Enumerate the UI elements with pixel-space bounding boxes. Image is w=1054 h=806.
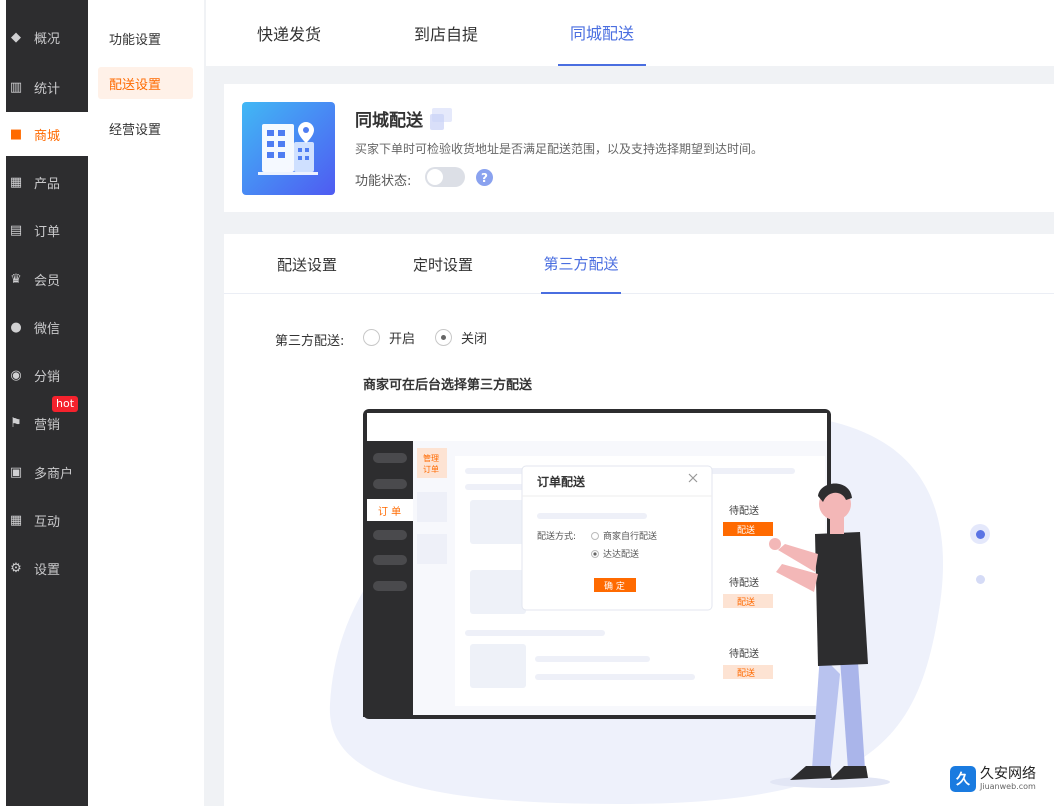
- top-tab-bar: 快递发货 到店自提 同城配送: [206, 0, 1054, 66]
- radio-on-label: 开启: [389, 332, 416, 347]
- nav-label: 互动: [34, 514, 61, 530]
- illus-pending-3: 待配送: [729, 647, 759, 660]
- illus-option-2: 达达配送: [603, 548, 639, 560]
- decor-icon: [430, 108, 452, 130]
- illustration-title: 商家可在后台选择第三方配送: [363, 378, 533, 393]
- crown-icon: ♛: [10, 271, 22, 287]
- nav-item-interaction[interactable]: ▦ 互动: [6, 498, 88, 542]
- nav-label: 多商户: [34, 466, 74, 482]
- tab-third-party[interactable]: 第三方配送: [541, 234, 621, 294]
- illus-deliver-3: 配送: [737, 667, 755, 679]
- nav-label: 微信: [34, 321, 61, 337]
- layers-icon: ◆: [11, 29, 21, 45]
- grid-icon: ▦: [9, 174, 23, 190]
- nav-item-members[interactable]: ♛ 会员: [6, 257, 88, 301]
- radio-circle-checked: [435, 329, 452, 346]
- watermark-url: Jiuanweb.com: [980, 782, 1036, 791]
- decor-dot-large: [970, 524, 990, 544]
- feature-card: 同城配送 买家下单时可检验收货地址是否满足配送范围，以及支持选择期望到达时间。 …: [224, 84, 1054, 212]
- gear-icon: ⚙: [10, 560, 22, 576]
- status-label: 功能状态:: [355, 174, 412, 189]
- radio-circle: [363, 329, 380, 346]
- submenu-function-settings[interactable]: 功能设置: [98, 22, 193, 54]
- feature-status-toggle[interactable]: [425, 167, 465, 187]
- tab-timing-settings[interactable]: 定时设置: [411, 234, 475, 294]
- hot-badge: hot: [52, 396, 79, 412]
- tab-pickup[interactable]: 到店自提: [399, 0, 493, 66]
- decor-dot-small: [976, 575, 985, 584]
- nav-item-multi-merchant[interactable]: ▣ 多商户: [6, 450, 88, 494]
- submenu-delivery-settings[interactable]: 配送设置: [98, 67, 193, 99]
- nav-item-store[interactable]: ■ 商城: [6, 112, 88, 156]
- sub-tab-bar: 配送设置 定时设置 第三方配送: [224, 234, 1054, 294]
- illus-menu-order: 订 单: [378, 506, 401, 518]
- wechat-icon: ●: [10, 319, 22, 335]
- submenu-business-settings[interactable]: 经营设置: [98, 112, 193, 144]
- nav-label: 产品: [34, 176, 61, 192]
- radio-on[interactable]: 开启: [363, 328, 415, 347]
- illus-manage-2: 订单: [423, 464, 439, 474]
- users-icon: ▦: [9, 512, 23, 528]
- illus-deliver-2: 配送: [737, 596, 755, 608]
- nav-item-overview[interactable]: ◆ 概况: [6, 15, 88, 59]
- nav-label: 概况: [34, 31, 61, 47]
- main-sidebar: ◆ 概况 ▥ 统计 ■ 商城 ▦ 产品 ▤ 订单 ♛ 会员 ● 微信 ◉ 分销 …: [6, 0, 88, 806]
- illus-confirm: 确 定: [604, 580, 625, 592]
- nav-item-wechat[interactable]: ● 微信: [6, 305, 88, 349]
- third-party-label: 第三方配送:: [275, 334, 345, 349]
- nav-label: 营销: [34, 417, 61, 433]
- nav-label: 统计: [34, 81, 61, 97]
- illus-pending-1: 待配送: [729, 504, 759, 517]
- nav-label: 分销: [34, 369, 61, 385]
- watermark-name: 久安网络: [980, 766, 1036, 782]
- nav-label: 商城: [34, 128, 61, 144]
- nav-label: 设置: [34, 562, 61, 578]
- radio-off-label: 关闭: [461, 332, 488, 347]
- nav-item-settings[interactable]: ⚙ 设置: [6, 546, 88, 590]
- card-title: 同城配送: [355, 111, 423, 131]
- illus-deliver-1: 配送: [737, 524, 755, 536]
- flag-icon: ⚑: [10, 415, 22, 431]
- watermark: 久 久安网络 Jiuanweb.com: [950, 766, 1036, 792]
- tab-local-delivery[interactable]: 同城配送: [558, 0, 646, 66]
- tab-delivery-settings[interactable]: 配送设置: [275, 234, 339, 294]
- nav-item-orders[interactable]: ▤ 订单: [6, 208, 88, 252]
- illus-manage-1: 管理: [423, 453, 439, 463]
- toggle-knob: [427, 169, 443, 185]
- watermark-logo-icon: 久: [950, 766, 976, 792]
- clipboard-icon: ▤: [9, 222, 23, 238]
- nav-item-distribution[interactable]: ◉ 分销: [6, 353, 88, 397]
- building-location-icon: [242, 102, 335, 195]
- illus-option-1: 商家自行配送: [603, 530, 657, 542]
- sub-menu: 功能设置 配送设置 经营设置: [88, 0, 204, 806]
- nav-item-products[interactable]: ▦ 产品: [6, 160, 88, 204]
- settings-panel: 配送设置 定时设置 第三方配送 第三方配送: 开启 关闭 商家可在后台选择第三方…: [224, 234, 1054, 806]
- help-icon[interactable]: ?: [476, 169, 493, 186]
- illus-method-label: 配送方式:: [537, 530, 576, 542]
- third-party-illustration: 订 单 管理 订单 待配送 配送 待配送 配送 待配送 配送 订单配送 配送方式…: [329, 409, 944, 804]
- nav-label: 订单: [34, 224, 61, 240]
- tab-express[interactable]: 快递发货: [242, 0, 336, 66]
- store-icon: ■: [9, 126, 23, 142]
- multi-store-icon: ▣: [9, 464, 23, 480]
- card-description: 买家下单时可检验收货地址是否满足配送范围，以及支持选择期望到达时间。: [355, 142, 764, 156]
- illus-dialog-title: 订单配送: [537, 474, 586, 489]
- illus-pending-2: 待配送: [729, 576, 759, 589]
- nav-item-stats[interactable]: ▥ 统计: [6, 65, 88, 109]
- share-user-icon: ◉: [10, 367, 22, 383]
- chart-icon: ▥: [9, 79, 23, 95]
- radio-off[interactable]: 关闭: [435, 328, 487, 347]
- nav-label: 会员: [34, 273, 61, 289]
